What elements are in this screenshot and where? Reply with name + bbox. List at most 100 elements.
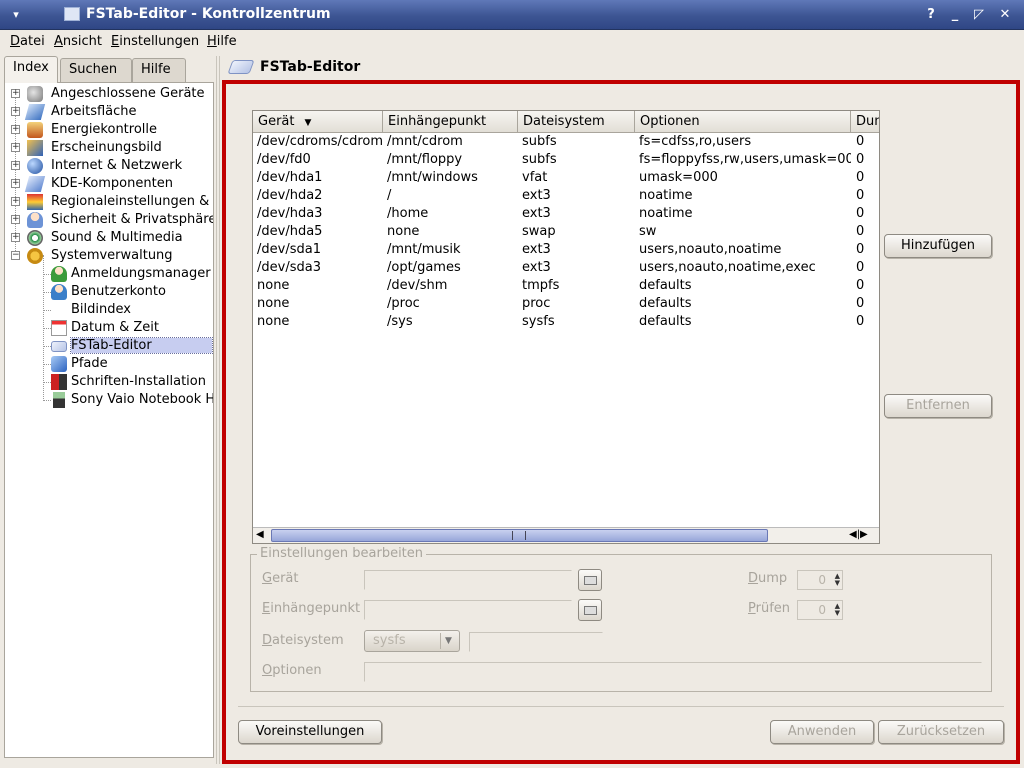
add-button-label: Hinzufügen xyxy=(901,238,975,253)
menu-ansicht[interactable]: Ansicht xyxy=(54,34,102,49)
apply-button[interactable]: Anwenden xyxy=(770,720,874,744)
mount-point-browse-button[interactable] xyxy=(578,599,602,621)
menu-einstellungen[interactable]: Einstellungen xyxy=(111,34,199,49)
maximize-button[interactable]: ◸ xyxy=(970,6,988,24)
defaults-button[interactable]: Voreinstellungen xyxy=(238,720,382,744)
tree-item-label: Sound & Multimedia xyxy=(51,230,183,245)
column-header-einhaengepunkt[interactable]: Einhängepunkt xyxy=(383,111,518,133)
reset-button-label: Zurücksetzen xyxy=(896,724,986,739)
cell-filesystem: swap xyxy=(522,224,556,239)
remove-button[interactable]: Entfernen xyxy=(884,394,992,418)
expand-icon[interactable]: + xyxy=(11,197,20,206)
menu-datei[interactable]: Datei xyxy=(10,34,45,49)
tree-item-schriften-installation[interactable]: Schriften-Installation xyxy=(5,373,213,391)
expand-icon[interactable]: + xyxy=(11,125,20,134)
expand-icon[interactable]: + xyxy=(11,179,20,188)
tree-item-internet-netzwerk[interactable]: + Internet & Netzwerk xyxy=(5,157,213,175)
tree-item-anmeldungsmanager[interactable]: Anmeldungsmanager xyxy=(5,265,213,283)
collapse-icon[interactable]: − xyxy=(11,251,20,260)
navigation-tabs: Index Suchen Hilfe xyxy=(4,56,214,83)
expand-icon[interactable]: + xyxy=(11,107,20,116)
window-menu-button[interactable]: ▾ xyxy=(6,6,26,24)
table-row[interactable]: /dev/hda1/mnt/windows vfat umask=000 0 xyxy=(253,169,879,187)
tree-item-label: Sony Vaio Notebook Hardware xyxy=(71,392,213,407)
table-row[interactable]: /dev/cdroms/cdrom0/mnt/cdrom subfs fs=cdfs… xyxy=(253,133,879,151)
device-input[interactable] xyxy=(364,570,572,590)
help-button[interactable]: ? xyxy=(922,6,940,24)
filesystem-extra-input[interactable] xyxy=(469,632,603,652)
reset-button[interactable]: Zurücksetzen xyxy=(878,720,1004,744)
dump-spinbox[interactable]: 0 ▲ ▼ xyxy=(797,570,843,590)
table-row[interactable]: /dev/hda2 / ext3 noatime 0 xyxy=(253,187,879,205)
cell-options: users,noauto,noatime xyxy=(639,242,782,257)
tree-item-datum-zeit[interactable]: Datum & Zeit xyxy=(5,319,213,337)
tab-hilfe[interactable]: Hilfe xyxy=(132,58,186,82)
fstab-editor-panel: Gerät ▼ Einhängepunkt Dateisystem Optione… xyxy=(222,80,1020,764)
table-row[interactable]: /dev/sda1/mnt/musik ext3 users,noauto,noat… xyxy=(253,241,879,259)
spin-arrows-icon[interactable]: ▲ ▼ xyxy=(835,573,840,587)
filesystem-combo[interactable]: sysfs ▼ xyxy=(364,630,460,652)
table-row[interactable]: /dev/hda3/home ext3 noatime 0 xyxy=(253,205,879,223)
tree-item-erscheinungsbild[interactable]: + Erscheinungsbild xyxy=(5,139,213,157)
check-spinbox[interactable]: 0 ▲ ▼ xyxy=(797,600,843,620)
options-input[interactable] xyxy=(364,662,982,682)
table-row[interactable]: /dev/fd0/mnt/floppy subfs fs=floppyfss,rw,… xyxy=(253,151,879,169)
dump-label: Dump xyxy=(748,571,788,586)
tree-item-bildindex[interactable]: Bildindex xyxy=(5,301,213,319)
power-icon xyxy=(27,122,43,138)
tree-item-kde-komponenten[interactable]: + KDE-Komponenten xyxy=(5,175,213,193)
defaults-button-label: Voreinstellungen xyxy=(255,724,365,739)
cell-filesystem: proc xyxy=(522,296,551,311)
table-scroll-thumb[interactable] xyxy=(271,529,768,542)
mount-point-input[interactable] xyxy=(364,600,572,620)
tree-item-regionaleinstellungen[interactable]: + Regionaleinstellungen & Zugangshilfen xyxy=(5,193,213,211)
tree-item-sound-multimedia[interactable]: + Sound & Multimedia xyxy=(5,229,213,247)
tree-item-arbeitsflaeche[interactable]: + Arbeitsfläche xyxy=(5,103,213,121)
table-row[interactable]: /dev/sda3/opt/games ext3 users,noauto,noat… xyxy=(253,259,879,277)
tree-item-benutzerkonto[interactable]: Benutzerkonto xyxy=(5,283,213,301)
module-tree: + Angeschlossene Geräte + Arbeitsfläche … xyxy=(4,82,214,758)
scroll-left-right-arrows-icon[interactable]: ◀|▶ xyxy=(849,528,868,542)
table-row[interactable]: none/dev/shm tmpfs defaults 0 xyxy=(253,277,879,295)
column-header-dateisystem[interactable]: Dateisystem xyxy=(518,111,635,133)
column-header-optionen[interactable]: Optionen xyxy=(635,111,851,133)
cell-options: defaults xyxy=(639,314,692,329)
table-row[interactable]: /dev/hda5 none swap sw 0 xyxy=(253,223,879,241)
pane-splitter[interactable] xyxy=(216,56,220,764)
cell-mount-point: /mnt/cdrom xyxy=(387,134,463,149)
device-browse-button[interactable] xyxy=(578,569,602,591)
cell-filesystem: tmpfs xyxy=(522,278,560,293)
close-button[interactable]: ✕ xyxy=(996,6,1014,24)
table-row[interactable]: none/sys sysfs defaults 0 xyxy=(253,313,879,331)
chevron-down-icon: ▼ xyxy=(440,633,456,649)
add-button[interactable]: Hinzufügen xyxy=(884,234,992,258)
column-header-geraet[interactable]: Gerät ▼ xyxy=(253,111,383,133)
scroll-left-arrow-icon[interactable]: ◀ xyxy=(256,528,264,542)
expand-icon[interactable]: + xyxy=(11,143,20,152)
expand-icon[interactable]: + xyxy=(11,215,20,224)
tree-item-fstab-editor[interactable]: FSTab-Editor xyxy=(5,337,213,355)
cell-mount-point: /mnt/floppy xyxy=(387,152,463,167)
sort-descending-icon: ▼ xyxy=(304,118,312,128)
expand-icon[interactable]: + xyxy=(11,233,20,242)
expand-icon[interactable]: + xyxy=(11,89,20,98)
table-horizontal-scrollbar[interactable]: ◀ ◀|▶ xyxy=(253,527,879,543)
cell-filesystem: subfs xyxy=(522,152,557,167)
tab-suchen[interactable]: Suchen xyxy=(60,58,132,82)
tree-item-systemverwaltung[interactable]: − Systemverwaltung xyxy=(5,247,213,265)
tree-item-sicherheit[interactable]: + Sicherheit & Privatsphäre xyxy=(5,211,213,229)
cell-device: /dev/hda3 xyxy=(257,206,323,221)
tree-item-angeschlossene-geraete[interactable]: + Angeschlossene Geräte xyxy=(5,85,213,103)
tree-item-energiekontrolle[interactable]: + Energiekontrolle xyxy=(5,121,213,139)
column-header-dump[interactable]: Dump xyxy=(851,111,879,133)
menu-hilfe[interactable]: Hilfe xyxy=(207,34,237,49)
tree-item-pfade[interactable]: Pfade xyxy=(5,355,213,373)
table-row[interactable]: none/proc proc defaults 0 xyxy=(253,295,879,313)
tab-index[interactable]: Index xyxy=(4,56,58,83)
expand-icon[interactable]: + xyxy=(11,161,20,170)
window-title: FSTab-Editor - Kontrollzentrum xyxy=(86,6,331,22)
minimize-button[interactable]: _ xyxy=(946,6,964,24)
tree-item-label: Angeschlossene Geräte xyxy=(51,86,205,101)
spin-arrows-icon[interactable]: ▲ ▼ xyxy=(835,603,840,617)
tree-item-sony-vaio[interactable]: Sony Vaio Notebook Hardware xyxy=(5,391,213,409)
